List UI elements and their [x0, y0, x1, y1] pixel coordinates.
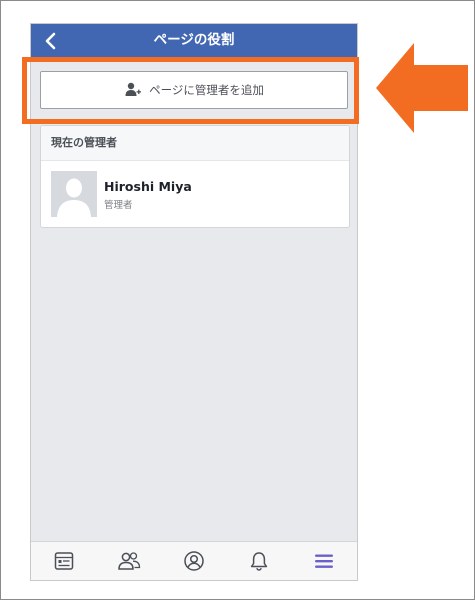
add-admin-button[interactable]: ページに管理者を追加: [40, 71, 348, 109]
pointer-arrow-icon: [376, 43, 468, 133]
menu-icon: [315, 554, 334, 568]
tab-bar: [31, 541, 357, 580]
default-profile-silhouette-icon: [51, 171, 97, 217]
tab-friends[interactable]: [109, 544, 149, 578]
add-person-icon: [125, 82, 142, 96]
admin-list-item[interactable]: Hiroshi Miya 管理者: [41, 161, 349, 227]
profile-icon: [184, 551, 204, 571]
admin-name: Hiroshi Miya: [104, 179, 192, 194]
back-button[interactable]: [39, 29, 63, 53]
chevron-left-icon: [45, 32, 56, 50]
tab-menu[interactable]: [304, 544, 344, 578]
tab-profile[interactable]: [174, 544, 214, 578]
navigation-bar: ページの役割: [31, 24, 357, 57]
tab-news-feed[interactable]: [44, 544, 84, 578]
page-title: ページの役割: [153, 32, 235, 48]
friends-icon: [118, 552, 140, 570]
avatar: [51, 171, 97, 217]
current-admins-card: 現在の管理者 Hiroshi Miya 管理者: [40, 125, 350, 228]
admin-role: 管理者: [104, 200, 133, 211]
phone-screen: ページの役割 ページに管理者を追加 現在の管理者 Hiroshi Miya 管理…: [30, 23, 358, 581]
tab-notifications[interactable]: [239, 544, 279, 578]
add-admin-button-label: ページに管理者を追加: [149, 83, 264, 97]
current-admins-heading: 現在の管理者: [41, 126, 349, 161]
news-feed-icon: [54, 552, 73, 570]
notifications-bell-icon: [251, 552, 268, 571]
